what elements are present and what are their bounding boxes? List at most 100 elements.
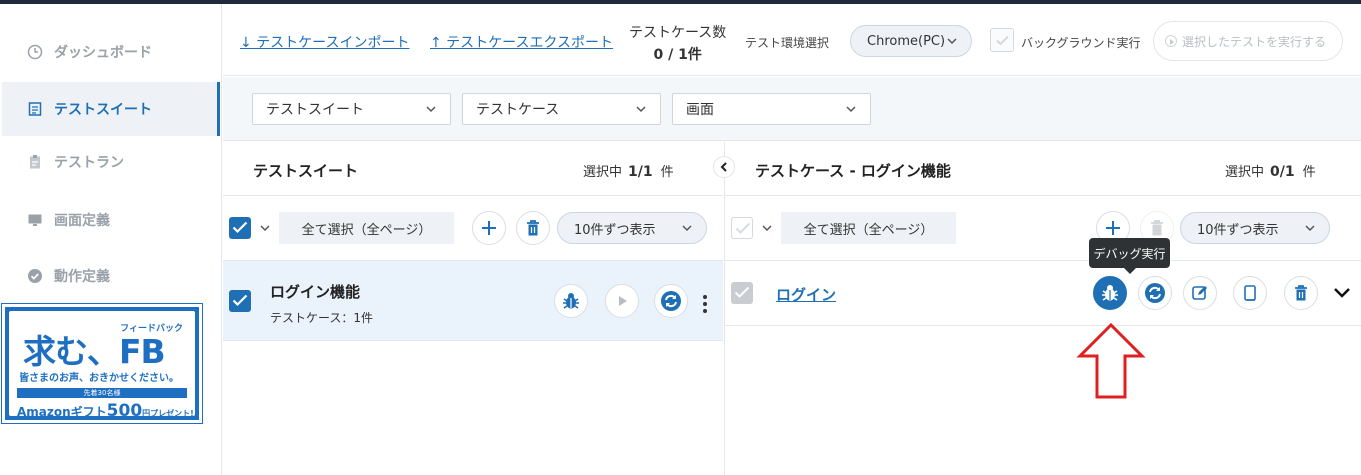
- banner-gift-prefix: Amazonギフト: [17, 405, 107, 419]
- edit-icon: [1192, 286, 1207, 300]
- run-selected-tests-button[interactable]: 選択したテストを実行する: [1153, 21, 1343, 61]
- suite-name[interactable]: ログイン機能: [270, 281, 360, 302]
- banner-title: 求む、FB: [23, 332, 166, 371]
- refresh-icon: [661, 291, 681, 311]
- sidebar-item-test-run[interactable]: テストラン: [2, 135, 220, 189]
- test-case-panel: テストケース - ログイン機能 選択中 0/1 件 全て選択（全ページ） 10件ずつ…: [724, 142, 1361, 475]
- run-selected-label: 選択したテストを実行する: [1182, 34, 1327, 49]
- more-options-icon[interactable]: [703, 295, 707, 313]
- count-value: 0 / 1件: [653, 47, 702, 63]
- export-test-cases-link[interactable]: ↑ テストケースエクスポート: [430, 32, 613, 52]
- clipboard-icon: [26, 153, 44, 171]
- suite-panel-title: テストスイート: [253, 162, 359, 180]
- suite-pager-select[interactable]: 10件ずつ表示: [557, 212, 707, 244]
- sel-prefix: 選択中: [583, 165, 623, 180]
- sync-suite-button[interactable]: [654, 284, 688, 318]
- sidebar-item-dashboard[interactable]: ダッシュボード: [2, 25, 220, 79]
- suite-row-checkbox[interactable]: [229, 290, 251, 312]
- list-icon: [26, 100, 44, 118]
- sel-value: 0/1: [1270, 164, 1295, 180]
- case-panel-title: テストケース - ログイン機能: [755, 162, 951, 180]
- sidebar-item-label: 画面定義: [54, 213, 110, 229]
- sel-prefix: 選択中: [1225, 165, 1265, 180]
- background-run-checkbox[interactable]: [990, 28, 1014, 52]
- chevron-down-icon[interactable]: [259, 222, 271, 234]
- suite-select-all-checkbox[interactable]: [229, 217, 251, 239]
- sidebar-item-action-definition[interactable]: 動作定義: [2, 249, 220, 303]
- case-panel-header: テストケース - ログイン機能 選択中 0/1 件: [725, 142, 1361, 196]
- case-row-checkbox[interactable]: [731, 282, 753, 304]
- delete-case-row-button[interactable]: [1284, 276, 1318, 310]
- delete-suite-button[interactable]: [516, 211, 550, 245]
- bug-icon: [1102, 285, 1118, 301]
- case-select-all-checkbox[interactable]: [731, 217, 753, 239]
- sync-case-button[interactable]: [1138, 276, 1172, 310]
- check-circle-icon: [26, 267, 44, 285]
- count-label: テストケース数: [629, 25, 727, 41]
- monitor-icon: [26, 211, 44, 229]
- banner-bar: 先着30名様: [17, 388, 187, 398]
- suite-filter-value: テストスイート: [266, 102, 364, 118]
- sidebar-item-label: テストラン: [54, 155, 124, 171]
- refresh-icon: [1145, 283, 1165, 303]
- sidebar-item-screen-definition[interactable]: 画面定義: [2, 193, 220, 247]
- trash-icon: [527, 220, 539, 236]
- table-row[interactable]: ログイン機能 テストケース：1件: [223, 261, 723, 341]
- chevron-down-icon[interactable]: [1333, 285, 1351, 299]
- check-icon: [996, 35, 1009, 46]
- sidebar-item-label: テストスイート: [54, 102, 152, 118]
- sel-value: 1/1: [628, 164, 653, 180]
- run-suite-button[interactable]: [605, 284, 639, 318]
- add-suite-button[interactable]: [472, 211, 506, 245]
- case-controls: 全て選択（全ページ） 10件ずつ表示: [725, 197, 1361, 261]
- collapse-panel-button[interactable]: [713, 156, 735, 178]
- edit-case-button[interactable]: [1183, 276, 1217, 310]
- check-icon: [734, 286, 750, 298]
- check-icon: [232, 294, 248, 307]
- case-filter-select[interactable]: テストケース: [462, 93, 661, 125]
- import-test-cases-link[interactable]: ↓ テストケースインポート: [240, 32, 409, 52]
- sidebar: ダッシュボード テストスイート テストラン 画面定義 動作定義 フィードバック …: [0, 4, 222, 475]
- filter-bar: テストスイート テストケース 画面: [223, 77, 1361, 141]
- case-selection-info: 選択中 0/1 件: [1225, 161, 1316, 180]
- trash-icon: [1295, 285, 1307, 301]
- env-value: Chrome(PC): [867, 33, 946, 49]
- copy-case-button[interactable]: [1233, 276, 1267, 310]
- env-select[interactable]: Chrome(PC): [850, 25, 972, 57]
- check-icon: [735, 222, 751, 234]
- suite-filter-select[interactable]: テストスイート: [252, 93, 451, 125]
- case-pager-value: 10件ずつ表示: [1197, 222, 1279, 238]
- debug-suite-button[interactable]: [554, 284, 588, 318]
- case-name-link[interactable]: ログイン: [776, 284, 836, 305]
- background-run-label: バックグラウンド実行: [1021, 36, 1141, 50]
- chevron-down-icon: [1305, 225, 1315, 232]
- banner-subtitle: 皆さまのお声、おきかせください。: [19, 373, 179, 384]
- trash-icon: [1151, 220, 1163, 236]
- chevron-down-icon: [682, 225, 692, 232]
- debug-run-tooltip: デバッグ実行: [1089, 238, 1170, 274]
- case-filter-value: テストケース: [476, 102, 560, 118]
- chevron-down-icon[interactable]: [761, 222, 773, 234]
- screen-filter-select[interactable]: 画面: [672, 93, 871, 125]
- suite-select-all-button[interactable]: 全て選択（全ページ）: [279, 212, 454, 244]
- sidebar-item-test-suite[interactable]: テストスイート: [2, 82, 220, 136]
- play-icon: [619, 296, 627, 306]
- clock-icon: [26, 43, 44, 61]
- test-suite-panel: テストスイート 選択中 1/1 件 全て選択（全ページ） 10件ずつ表示 ログイン機…: [223, 142, 735, 475]
- plus-icon: [482, 221, 496, 235]
- banner-card: フィードバック 求む、FB 皆さまのお声、おきかせください。 先着30名様 Am…: [9, 311, 195, 420]
- suite-case-count: テストケース：1件: [270, 311, 374, 325]
- plus-icon: [1106, 221, 1120, 235]
- case-pager-select[interactable]: 10件ずつ表示: [1180, 212, 1330, 244]
- case-select-all-button[interactable]: 全て選択（全ページ）: [781, 212, 956, 244]
- table-row[interactable]: ログイン: [725, 261, 1361, 326]
- sidebar-item-label: ダッシュボード: [54, 45, 152, 61]
- sel-suffix: 件: [660, 165, 674, 180]
- chevron-left-icon: [720, 162, 727, 172]
- suite-selection-info: 選択中 1/1 件: [583, 161, 674, 180]
- sidebar-item-label: 動作定義: [54, 269, 110, 285]
- debug-run-button[interactable]: [1093, 276, 1127, 310]
- banner-gift: Amazonギフト500円プレゼント!: [17, 401, 194, 420]
- chevron-down-icon: [947, 38, 957, 45]
- feedback-banner[interactable]: フィードバック 求む、FB 皆さまのお声、おきかせください。 先着30名様 Am…: [1, 303, 203, 424]
